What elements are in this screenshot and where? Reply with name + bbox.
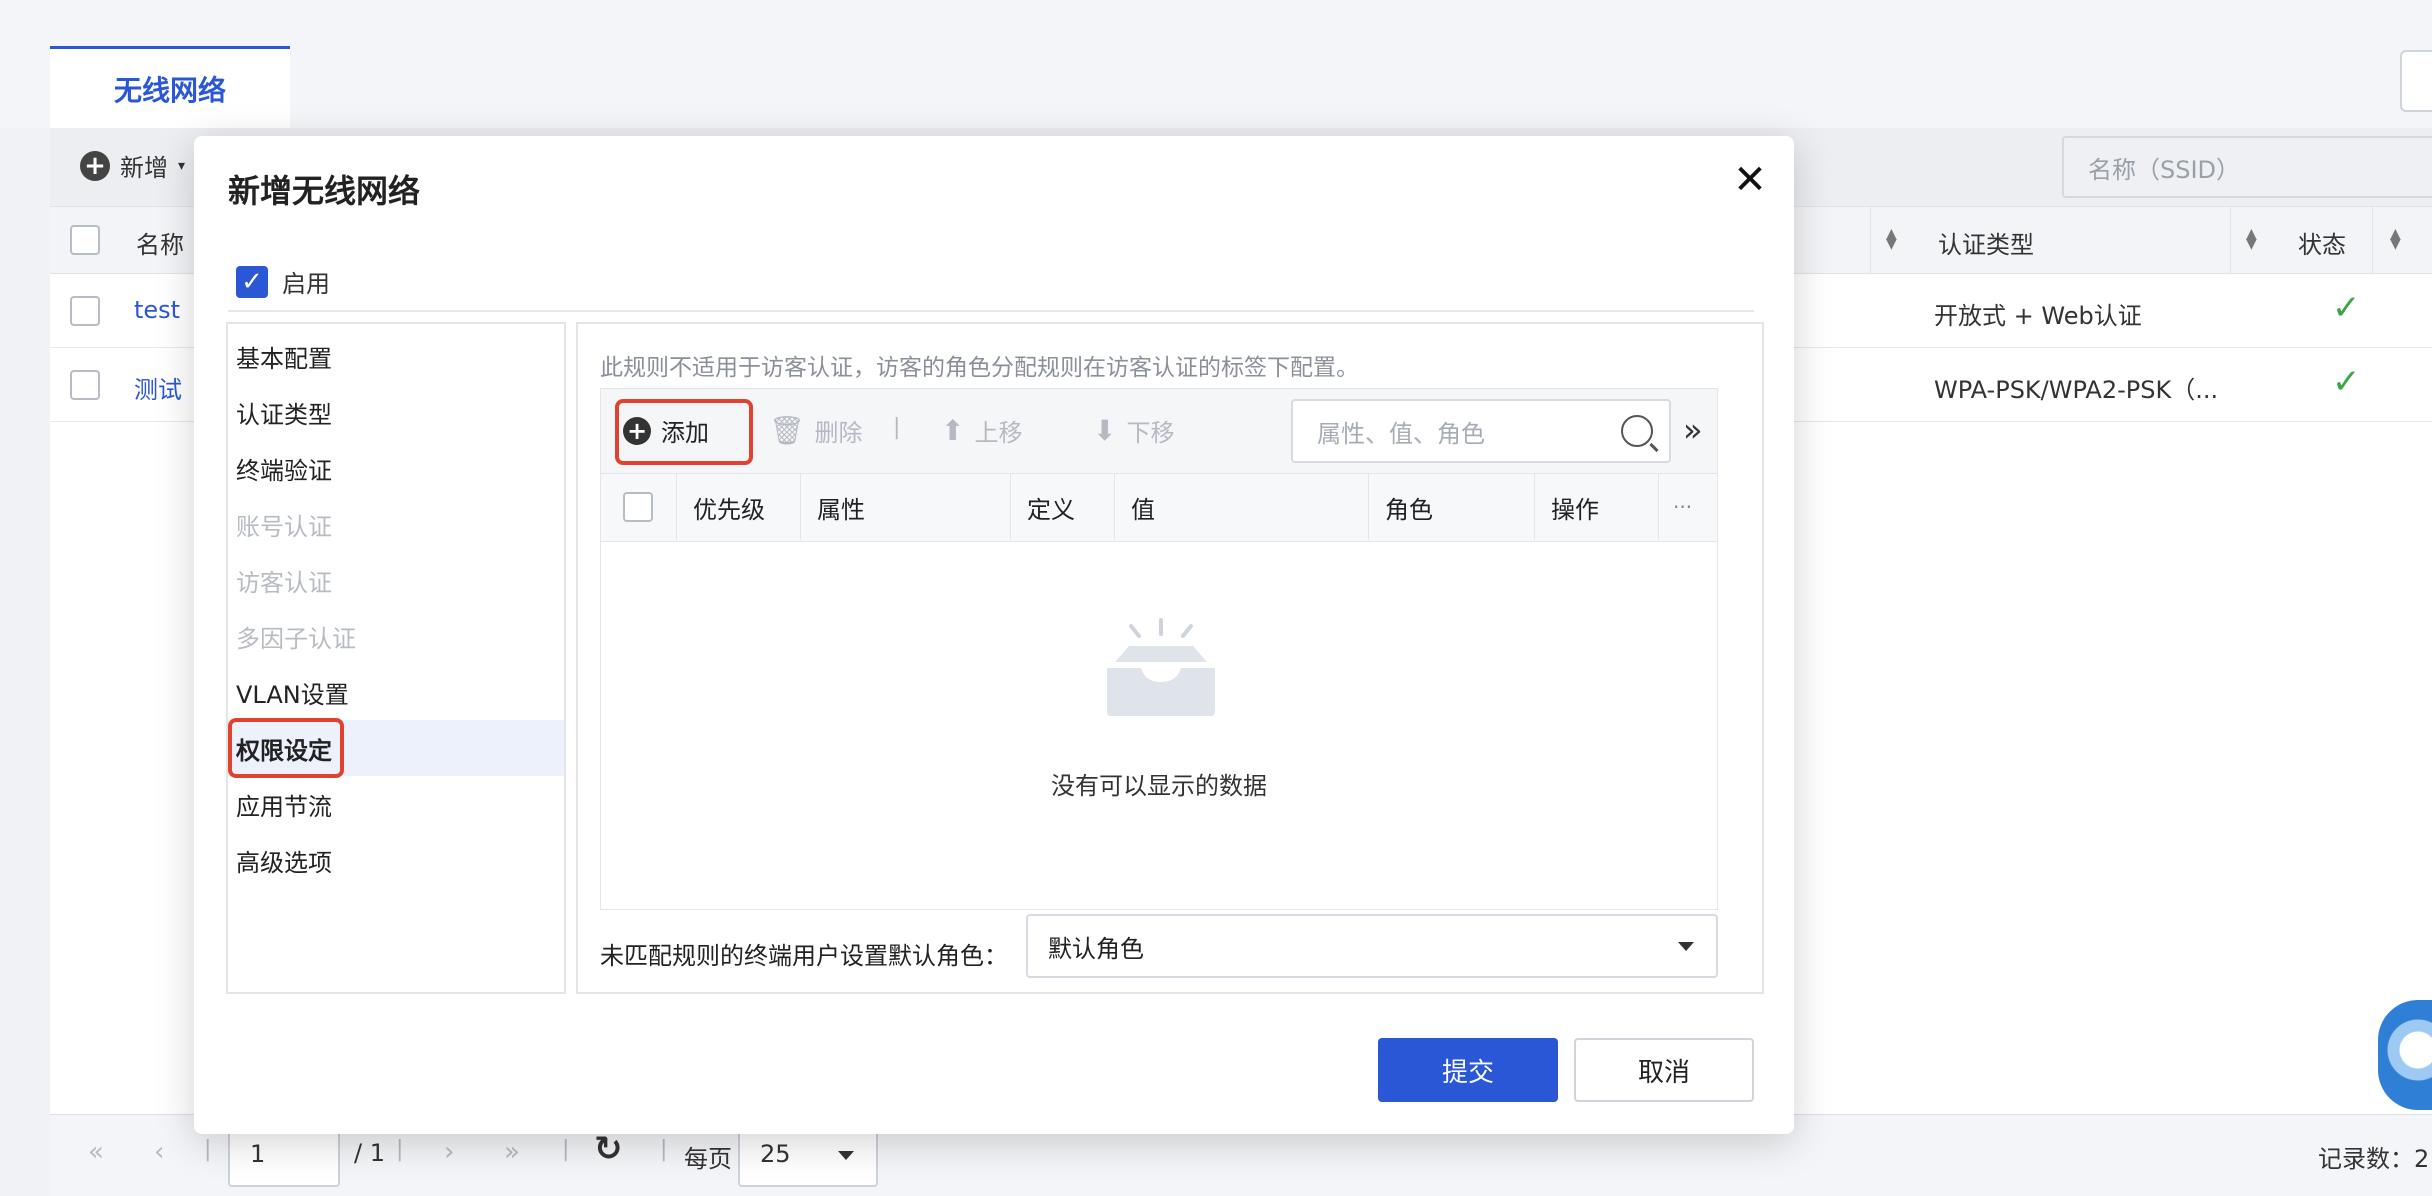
row-auth-type: 开放式 + Web认证: [1934, 302, 2142, 330]
next-page-icon[interactable]: ›: [444, 1137, 454, 1167]
permission-panel: 此规则不适用于访客认证，访客的角色分配规则在访客认证的标签下配置。 + 添加 🗑…: [576, 322, 1764, 994]
first-page-icon[interactable]: «: [88, 1137, 104, 1167]
default-role-select[interactable]: 默认角色: [1026, 914, 1718, 978]
move-up-label: 上移: [974, 419, 1023, 447]
move-down-button[interactable]: ⬇ 下移: [1093, 413, 1174, 448]
rule-table-header: 优先级 属性 定义 值 角色 操作 ···: [600, 474, 1718, 542]
nav-item-terminal-verify[interactable]: 终端验证: [228, 440, 564, 496]
settings-nav: 基本配置 认证类型 终端验证 账号认证 访客认证 多因子认证 VLAN设置 权限…: [226, 322, 566, 994]
header-definition[interactable]: 定义: [1011, 474, 1115, 540]
header-attribute[interactable]: 属性: [801, 474, 1011, 540]
status-check-icon: ✓: [2332, 288, 2361, 328]
rule-table-body: 没有可以显示的数据: [600, 542, 1718, 910]
caret-down-icon: ▾: [178, 157, 186, 174]
default-role-value: 默认角色: [1048, 934, 1144, 963]
delete-rule-button[interactable]: 🗑 删除: [769, 413, 863, 448]
nav-item-account-auth: 账号认证: [236, 512, 332, 541]
add-label: 添加: [661, 419, 709, 447]
header-checkbox-cell: [601, 474, 677, 540]
nav-item-permission[interactable]: 权限设定: [228, 720, 564, 776]
refresh-icon[interactable]: ↻: [594, 1129, 623, 1169]
sort-icon[interactable]: ▲ ▼: [2390, 227, 2401, 251]
row-checkbox[interactable]: [70, 296, 100, 326]
header-name[interactable]: 名称: [136, 225, 184, 260]
arrow-up-icon: ⬆: [941, 414, 965, 447]
empty-message: 没有可以显示的数据: [1051, 772, 1267, 800]
per-page-value: 25: [760, 1140, 791, 1168]
status-check-icon: ✓: [2332, 362, 2361, 402]
dialog-title: 新增无线网络: [228, 172, 421, 210]
page-top-bar: [0, 0, 2432, 128]
separator: |: [204, 1137, 212, 1162]
hint-text: 此规则不适用于访客认证，访客的角色分配规则在访客认证的标签下配置。: [600, 355, 1359, 381]
last-page-icon[interactable]: »: [504, 1137, 520, 1167]
separator: |: [660, 1137, 668, 1162]
empty-inbox-icon: [1107, 618, 1215, 716]
plus-icon: +: [80, 150, 110, 181]
nav-item-vlan[interactable]: VLAN设置: [228, 664, 564, 720]
row-name-link[interactable]: 测试: [134, 370, 182, 405]
nav-item-auth-type[interactable]: 认证类型: [228, 384, 564, 440]
search-placeholder: 属性、值、角色: [1317, 419, 1485, 448]
enable-checkbox[interactable]: ✓ 启用: [236, 264, 330, 299]
select-all-checkbox[interactable]: [623, 492, 653, 522]
header-auth-type[interactable]: 认证类型: [1938, 225, 2034, 260]
rule-search-input[interactable]: 属性、值、角色: [1291, 399, 1671, 463]
expand-chevron-icon[interactable]: »: [1683, 411, 1703, 449]
header-actions[interactable]: 操作: [1535, 474, 1659, 540]
sort-icon[interactable]: ▲ ▼: [1886, 227, 1897, 251]
separator: |: [396, 1137, 404, 1162]
column-divider: [2230, 206, 2231, 274]
assistant-robot-icon[interactable]: [2378, 1000, 2432, 1110]
plus-icon: +: [623, 416, 651, 445]
nav-item-app-throttle[interactable]: 应用节流: [228, 776, 564, 832]
nav-item-mfa: 多因子认证: [236, 624, 356, 653]
sort-icon[interactable]: ▲ ▼: [2246, 227, 2257, 251]
trash-icon: 🗑: [769, 414, 805, 447]
header-status[interactable]: 状态: [2298, 225, 2346, 260]
divider: [228, 310, 1754, 312]
move-down-label: 下移: [1126, 419, 1175, 447]
add-wireless-network-dialog: 新增无线网络 ✕ ✓ 启用 基本配置 认证类型 终端验证 账号认证 访客认证 多…: [194, 136, 1794, 1134]
column-divider: [1870, 206, 1871, 274]
arrow-down-icon: ⬇: [1093, 414, 1117, 447]
nav-item-basic-config[interactable]: 基本配置: [228, 328, 564, 384]
search-icon[interactable]: [1621, 415, 1653, 447]
column-divider: [2372, 206, 2373, 274]
row-auth-type: WPA-PSK/WPA2-PSK（...: [1934, 376, 2219, 404]
caret-down-icon: [1678, 942, 1694, 951]
nav-item-guest-auth: 访客认证: [236, 568, 332, 597]
default-role-label: 未匹配规则的终端用户设置默认角色：: [600, 942, 1008, 970]
move-up-button[interactable]: ⬆ 上移: [941, 413, 1022, 448]
row-name-link[interactable]: test: [134, 296, 180, 324]
select-all-checkbox[interactable]: [70, 225, 100, 255]
nav-item-advanced[interactable]: 高级选项: [228, 832, 564, 888]
submit-button[interactable]: 提交: [1378, 1038, 1558, 1102]
new-button[interactable]: + 新增 ▾: [80, 148, 185, 183]
new-button-label: 新增: [120, 154, 168, 182]
header-value[interactable]: 值: [1115, 474, 1369, 540]
delete-label: 删除: [814, 419, 863, 447]
header-role[interactable]: 角色: [1369, 474, 1535, 540]
per-page-label: 每页: [684, 1145, 732, 1173]
row-checkbox[interactable]: [70, 370, 100, 400]
total-pages: / 1: [354, 1139, 385, 1167]
close-icon[interactable]: ✕: [1730, 160, 1770, 200]
record-count: 记录数：2: [2318, 1145, 2430, 1173]
add-rule-button[interactable]: + 添加: [623, 413, 709, 448]
separator: |: [562, 1137, 570, 1162]
top-right-button[interactable]: [2400, 50, 2432, 112]
rule-toolbar: + 添加 🗑 删除 | ⬆ 上移 ⬇ 下移 属性、值、角色 »: [600, 388, 1718, 474]
ssid-search-input[interactable]: 名称（SSID）: [2062, 136, 2432, 198]
prev-page-icon[interactable]: ‹: [154, 1137, 164, 1167]
enable-label: 启用: [282, 270, 330, 298]
header-priority[interactable]: 优先级: [677, 474, 801, 540]
tab-wireless-network[interactable]: 无线网络: [50, 46, 290, 128]
separator: |: [893, 415, 901, 440]
checkmark-icon[interactable]: ✓: [236, 265, 268, 298]
column-settings-icon[interactable]: ···: [1659, 474, 1717, 540]
cancel-button[interactable]: 取消: [1574, 1038, 1754, 1102]
caret-down-icon: [838, 1151, 854, 1160]
